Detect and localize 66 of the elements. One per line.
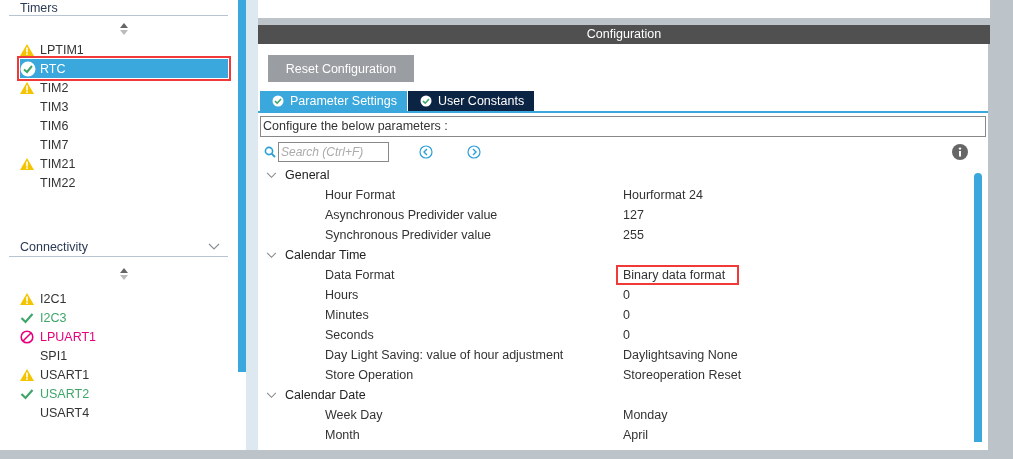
- list-item[interactable]: TIM22: [20, 173, 228, 192]
- parameter-value[interactable]: April: [616, 425, 662, 445]
- list-item[interactable]: TIM3: [20, 97, 228, 116]
- list-item[interactable]: TIM7: [20, 135, 228, 154]
- next-icon[interactable]: [467, 145, 481, 159]
- parameter-name: Asynchronous Predivider value: [325, 208, 499, 222]
- list-item[interactable]: TIM6: [20, 116, 228, 135]
- parameter-value[interactable]: 0: [616, 285, 644, 305]
- warning-icon: [20, 292, 34, 305]
- parameter-name: Day Light Saving: value of hour adjustment: [325, 348, 565, 362]
- scrollbar[interactable]: [974, 173, 982, 442]
- previous-icon[interactable]: [419, 145, 433, 159]
- parameter-value[interactable]: Hourformat 24: [616, 185, 717, 205]
- list-item[interactable]: I2C1: [20, 289, 228, 308]
- check-icon: [20, 311, 34, 324]
- highlighted-parameter-value[interactable]: Binary data format: [616, 265, 740, 285]
- warning-icon: [20, 81, 34, 94]
- tab[interactable]: User Constants: [408, 91, 535, 111]
- parameter-name: Data Format: [325, 268, 396, 282]
- info-icon[interactable]: [952, 144, 968, 160]
- chevron-icon[interactable]: [266, 171, 277, 179]
- parameter-value[interactable]: Storeoperation Reset: [616, 365, 756, 385]
- check-icon: [20, 387, 34, 400]
- list-item[interactable]: USART1: [20, 365, 228, 384]
- parameter-name: Store Operation: [325, 368, 415, 382]
- group-title: Calendar Time: [285, 248, 367, 262]
- description-text: Configure the below parameters :: [260, 116, 986, 137]
- parameter-value[interactable]: 255: [616, 225, 658, 245]
- warning-icon: [20, 368, 34, 381]
- warning-icon: [20, 43, 34, 56]
- group-title: Calendar Date: [285, 388, 366, 402]
- parameter-name: Synchronous Predivider value: [325, 228, 493, 242]
- section-title: Connectivity: [20, 240, 89, 254]
- chevron-icon[interactable]: [266, 391, 277, 399]
- prohibited-icon: [20, 329, 34, 344]
- list-item[interactable]: SPI1: [20, 346, 228, 365]
- parameter-value[interactable]: Daylightsaving None: [616, 345, 752, 365]
- warning-icon: [20, 157, 34, 170]
- list-item[interactable]: USART4: [20, 403, 228, 422]
- parameter-value[interactable]: 0: [616, 305, 644, 325]
- sort-icon[interactable]: [119, 267, 129, 281]
- check-circle-icon: [20, 60, 36, 77]
- parameter-name: Week Day: [325, 408, 384, 422]
- search-icon: [264, 146, 276, 158]
- parameter-name: Month: [325, 428, 361, 442]
- search-field[interactable]: Search (Ctrl+F): [278, 142, 389, 162]
- check-circle-icon: [420, 95, 432, 107]
- chevron-icon[interactable]: [208, 243, 220, 251]
- panel-header: Configuration: [258, 25, 990, 44]
- list-item[interactable]: TIM21: [20, 154, 228, 173]
- list-item[interactable]: TIM2: [20, 78, 228, 97]
- group-title: General: [285, 168, 330, 182]
- parameter-name: Seconds: [325, 328, 375, 342]
- chevron-icon[interactable]: [266, 251, 277, 259]
- scrollbar[interactable]: [238, 0, 246, 372]
- parameter-name: Hour Format: [325, 188, 397, 202]
- parameter-value[interactable]: 0: [616, 325, 644, 345]
- section-title: Timers: [20, 0, 58, 15]
- list-item[interactable]: LPUART1: [20, 327, 228, 346]
- parameter-name: Minutes: [325, 308, 370, 322]
- parameter-value[interactable]: Monday: [616, 405, 682, 425]
- parameter-value[interactable]: 127: [616, 205, 658, 225]
- parameter-name: Hours: [325, 288, 360, 302]
- check-circle-icon: [272, 95, 284, 107]
- list-item[interactable]: LPTIM1: [20, 40, 228, 59]
- sort-icon[interactable]: [119, 22, 129, 36]
